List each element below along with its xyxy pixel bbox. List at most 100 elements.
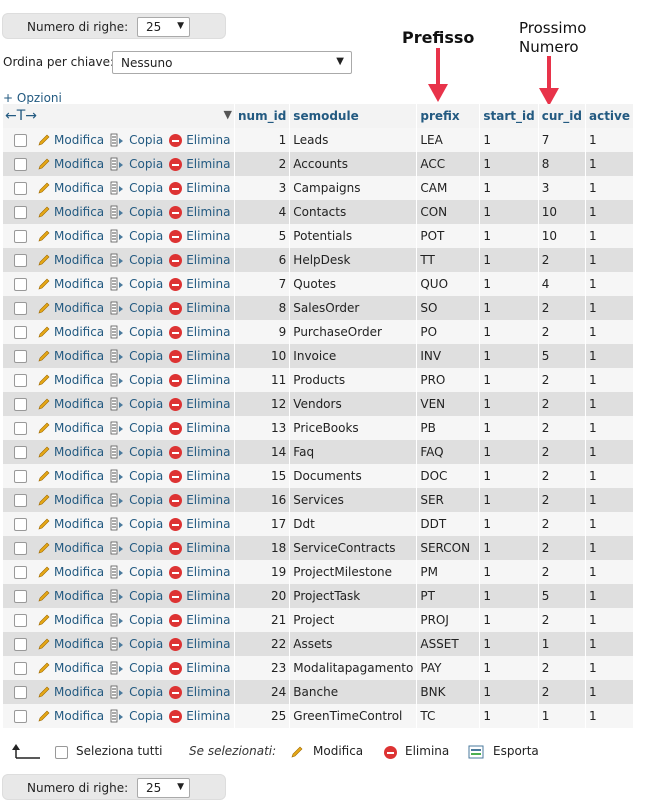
delete-action[interactable]: Elimina (169, 565, 230, 579)
cell-start-id[interactable]: 1 (479, 440, 539, 464)
cell-prefix[interactable]: QUO (416, 272, 481, 296)
edit-link[interactable]: Modifica (54, 277, 104, 291)
row-checkbox[interactable] (14, 565, 27, 579)
copy-action[interactable]: Copia (110, 325, 169, 339)
edit-action[interactable]: Modifica (37, 133, 110, 147)
cell-num-id[interactable]: 11 (234, 368, 291, 392)
cell-prefix[interactable]: PM (416, 560, 481, 584)
delete-action[interactable]: Elimina (169, 349, 230, 363)
cell-prefix[interactable]: POT (416, 224, 481, 248)
edit-action[interactable]: Modifica (37, 445, 110, 459)
cell-num-id[interactable]: 24 (234, 680, 291, 704)
delete-action[interactable]: Elimina (169, 709, 230, 723)
cell-semodule[interactable]: Contacts (289, 200, 418, 224)
cell-cur-id[interactable]: 2 (538, 368, 586, 392)
cell-cur-id[interactable]: 1 (538, 632, 586, 656)
cell-prefix[interactable]: FAQ (416, 440, 481, 464)
cell-cur-id[interactable]: 1 (538, 704, 586, 728)
copy-action[interactable]: Copia (110, 589, 169, 603)
cell-start-id[interactable]: 1 (479, 464, 539, 488)
edit-link[interactable]: Modifica (54, 421, 104, 435)
cell-semodule[interactable]: Banche (289, 680, 418, 704)
cell-cur-id[interactable]: 2 (538, 248, 586, 272)
edit-action[interactable]: Modifica (37, 421, 110, 435)
edit-link[interactable]: Modifica (54, 445, 104, 459)
edit-action[interactable]: Modifica (37, 181, 110, 195)
edit-action[interactable]: Modifica (37, 613, 110, 627)
copy-link[interactable]: Copia (129, 517, 163, 531)
cell-start-id[interactable]: 1 (479, 344, 539, 368)
cell-semodule[interactable]: Campaigns (289, 176, 418, 200)
cell-start-id[interactable]: 1 (479, 608, 539, 632)
copy-action[interactable]: Copia (110, 253, 169, 267)
cell-prefix[interactable]: BNK (416, 680, 481, 704)
cell-cur-id[interactable]: 2 (538, 680, 586, 704)
cell-start-id[interactable]: 1 (479, 632, 539, 656)
cell-num-id[interactable]: 7 (234, 272, 291, 296)
copy-link[interactable]: Copia (129, 445, 163, 459)
row-checkbox[interactable] (14, 685, 27, 699)
copy-action[interactable]: Copia (110, 469, 169, 483)
cell-prefix[interactable]: CAM (416, 176, 481, 200)
edit-action[interactable]: Modifica (37, 397, 110, 411)
copy-link[interactable]: Copia (129, 181, 163, 195)
cell-active[interactable]: 1 (585, 632, 635, 656)
cell-prefix[interactable]: INV (416, 344, 481, 368)
copy-action[interactable]: Copia (110, 301, 169, 315)
row-checkbox[interactable] (14, 445, 27, 459)
cell-active[interactable]: 1 (585, 272, 635, 296)
cell-num-id[interactable]: 6 (234, 248, 291, 272)
delete-action[interactable]: Elimina (169, 517, 230, 531)
delete-link[interactable]: Elimina (186, 421, 230, 435)
delete-link[interactable]: Elimina (186, 181, 230, 195)
cell-active[interactable]: 1 (585, 656, 635, 680)
edit-action[interactable]: Modifica (37, 565, 110, 579)
copy-action[interactable]: Copia (110, 661, 169, 675)
edit-link[interactable]: Modifica (54, 517, 104, 531)
delete-link[interactable]: Elimina (186, 253, 230, 267)
cell-active[interactable]: 1 (585, 536, 635, 560)
edit-action[interactable]: Modifica (37, 277, 110, 291)
delete-action[interactable]: Elimina (169, 397, 230, 411)
column-header-active[interactable]: active (585, 104, 635, 128)
delete-link[interactable]: Elimina (186, 493, 230, 507)
cell-prefix[interactable]: DOC (416, 464, 481, 488)
cell-cur-id[interactable]: 3 (538, 176, 586, 200)
delete-action[interactable]: Elimina (169, 301, 230, 315)
cell-prefix[interactable]: DDT (416, 512, 481, 536)
cell-start-id[interactable]: 1 (479, 392, 539, 416)
delete-link[interactable]: Elimina (186, 229, 230, 243)
copy-action[interactable]: Copia (110, 493, 169, 507)
cell-cur-id[interactable]: 2 (538, 656, 586, 680)
copy-action[interactable]: Copia (110, 157, 169, 171)
cell-cur-id[interactable]: 2 (538, 320, 586, 344)
cell-active[interactable]: 1 (585, 344, 635, 368)
copy-action[interactable]: Copia (110, 613, 169, 627)
triangle-down-icon[interactable]: ▼ (224, 108, 232, 121)
copy-action[interactable]: Copia (110, 397, 169, 411)
cell-semodule[interactable]: ProjectMilestone (289, 560, 418, 584)
copy-action[interactable]: Copia (110, 181, 169, 195)
cell-num-id[interactable]: 3 (234, 176, 291, 200)
cell-semodule[interactable]: Vendors (289, 392, 418, 416)
cell-prefix[interactable]: PO (416, 320, 481, 344)
cell-prefix[interactable]: SO (416, 296, 481, 320)
cell-semodule[interactable]: GreenTimeControl (289, 704, 418, 728)
cell-prefix[interactable]: VEN (416, 392, 481, 416)
cell-start-id[interactable]: 1 (479, 704, 539, 728)
edit-link[interactable]: Modifica (54, 205, 104, 219)
cell-num-id[interactable]: 2 (234, 152, 291, 176)
cell-num-id[interactable]: 8 (234, 296, 291, 320)
cell-prefix[interactable]: PRO (416, 368, 481, 392)
edit-action[interactable]: Modifica (37, 157, 110, 171)
cell-semodule[interactable]: Assets (289, 632, 418, 656)
copy-link[interactable]: Copia (129, 709, 163, 723)
copy-action[interactable]: Copia (110, 421, 169, 435)
copy-link[interactable]: Copia (129, 469, 163, 483)
edit-link[interactable]: Modifica (54, 133, 104, 147)
edit-action[interactable]: Modifica (37, 517, 110, 531)
row-checkbox[interactable] (14, 373, 27, 387)
cell-num-id[interactable]: 14 (234, 440, 291, 464)
cell-prefix[interactable]: PROJ (416, 608, 481, 632)
edit-link[interactable]: Modifica (54, 709, 104, 723)
